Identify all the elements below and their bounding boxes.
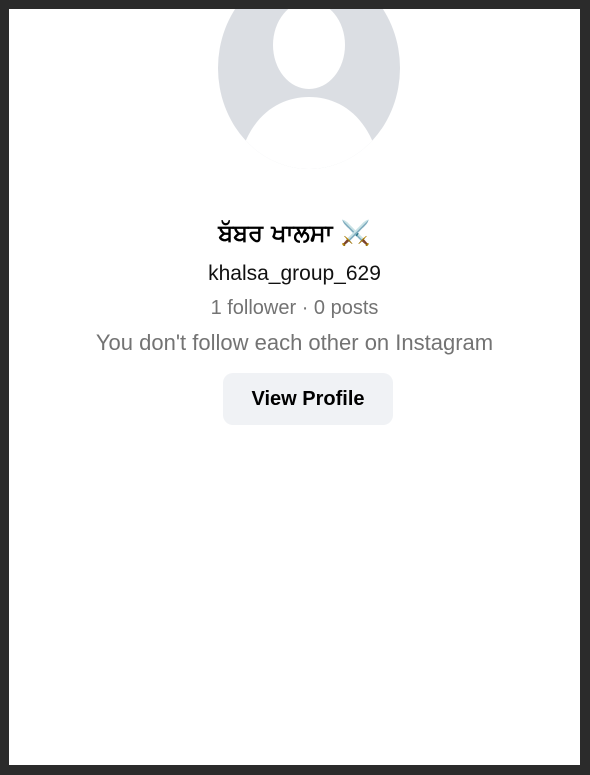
username: khalsa_group_629 [208,262,381,285]
profile-card: ਬੱਬਰ ਖਾਲਸਾ ⚔️ khalsa_group_629 1 followe… [9,9,580,765]
avatar[interactable] [218,9,400,169]
profile-stats: 1 follower · 0 posts [210,297,379,319]
follow-relationship-text: You don't follow each other on Instagram [95,330,494,355]
view-profile-button[interactable]: View Profile [223,373,393,425]
default-avatar-icon [237,9,381,169]
display-name: ਬੱਬਰ ਖਾਲਸਾ ⚔️ [218,219,371,247]
